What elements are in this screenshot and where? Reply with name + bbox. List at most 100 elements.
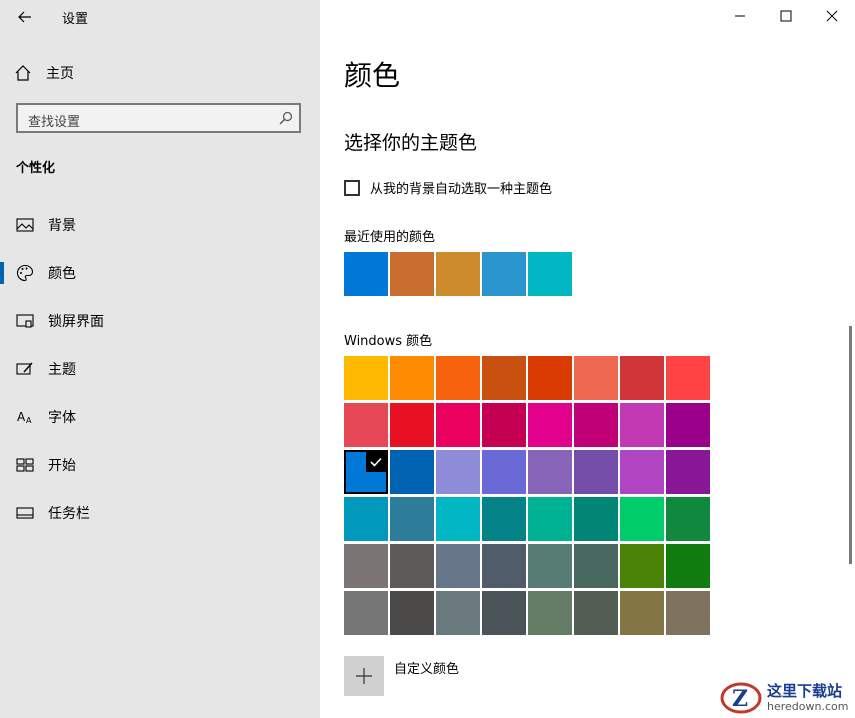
minimize-button[interactable] (730, 6, 750, 26)
plus-icon (356, 668, 372, 684)
windows-color-swatch[interactable] (666, 497, 710, 541)
sidebar-item-label: 主题 (48, 362, 76, 378)
watermark: Z 这里下载站 heredown.com (719, 680, 851, 716)
windows-colors-label: Windows 颜色 (344, 334, 433, 349)
custom-color-label: 自定义颜色 (394, 662, 460, 677)
font-icon: AA (16, 408, 34, 426)
windows-color-swatch[interactable] (620, 356, 664, 400)
sidebar-item-start[interactable]: 开始 (0, 453, 320, 477)
windows-color-swatch[interactable] (574, 356, 618, 400)
windows-color-swatch[interactable] (436, 450, 480, 494)
windows-color-swatch[interactable] (666, 356, 710, 400)
windows-color-swatch[interactable] (620, 450, 664, 494)
recent-colors-label: 最近使用的颜色 (344, 230, 436, 245)
windows-color-swatch[interactable] (482, 591, 526, 635)
windows-color-swatch[interactable] (620, 544, 664, 588)
windows-color-swatch[interactable] (528, 450, 572, 494)
sidebar-item-label: 锁屏界面 (48, 314, 104, 330)
windows-color-swatch[interactable] (574, 497, 618, 541)
nav-home[interactable]: 主页 (14, 62, 74, 84)
windows-color-swatch[interactable] (436, 544, 480, 588)
close-button[interactable] (822, 6, 842, 26)
picture-icon (16, 216, 34, 234)
watermark-subtext: heredown.com (767, 700, 849, 713)
windows-color-swatch[interactable] (344, 450, 388, 494)
windows-color-swatch[interactable] (390, 356, 434, 400)
watermark-logo-icon: Z (720, 682, 762, 714)
windows-color-swatch[interactable] (528, 356, 572, 400)
auto-pick-checkbox[interactable] (344, 179, 360, 196)
windows-color-swatch[interactable] (574, 591, 618, 635)
palette-icon (16, 264, 34, 282)
sidebar-item-lock-screen[interactable]: 锁屏界面 (0, 309, 320, 333)
windows-color-swatch[interactable] (620, 591, 664, 635)
windows-color-swatch[interactable] (574, 544, 618, 588)
search-icon[interactable] (279, 111, 293, 125)
windows-color-swatch[interactable] (574, 403, 618, 447)
windows-color-swatch[interactable] (620, 403, 664, 447)
sidebar-item-themes[interactable]: 主题 (0, 357, 320, 381)
page-title: 颜色 (344, 59, 401, 92)
accent-color-heading: 选择你的主题色 (344, 132, 478, 154)
svg-text:Z: Z (732, 686, 748, 712)
windows-color-swatch[interactable] (344, 544, 388, 588)
maximize-button[interactable] (776, 6, 796, 26)
scrollbar[interactable] (849, 326, 852, 564)
maximize-icon (780, 10, 792, 22)
recent-color-swatch[interactable] (390, 252, 434, 296)
recent-color-swatch[interactable] (482, 252, 526, 296)
watermark-text: 这里下载站 (767, 682, 843, 700)
sidebar: 设置 主页 查找设置 个性化 背景 颜色 锁屏界面 主题 A A 字体 开始 任… (0, 0, 320, 718)
windows-color-swatch[interactable] (390, 450, 434, 494)
windows-color-swatch[interactable] (666, 403, 710, 447)
auto-pick-label: 从我的背景自动选取一种主题色 (370, 182, 553, 197)
svg-text:A: A (26, 416, 32, 425)
auto-pick-row[interactable]: 从我的背景自动选取一种主题色 (344, 178, 552, 197)
sidebar-item-colors[interactable]: 颜色 (0, 261, 320, 285)
recent-color-swatch[interactable] (344, 252, 388, 296)
windows-color-swatch[interactable] (528, 544, 572, 588)
recent-color-swatch[interactable] (528, 252, 572, 296)
windows-color-swatch[interactable] (344, 591, 388, 635)
windows-color-swatch[interactable] (528, 497, 572, 541)
windows-color-swatch[interactable] (620, 497, 664, 541)
recent-color-swatch[interactable] (436, 252, 480, 296)
windows-color-swatch[interactable] (390, 403, 434, 447)
windows-color-swatch[interactable] (482, 497, 526, 541)
windows-color-swatch[interactable] (528, 591, 572, 635)
app-title: 设置 (62, 12, 89, 27)
checkmark-icon (366, 452, 386, 472)
windows-color-swatch[interactable] (344, 356, 388, 400)
sidebar-item-taskbar[interactable]: 任务栏 (0, 501, 320, 525)
windows-color-swatch[interactable] (436, 497, 480, 541)
windows-color-swatch[interactable] (436, 356, 480, 400)
windows-color-swatch[interactable] (482, 356, 526, 400)
windows-color-swatch[interactable] (436, 591, 480, 635)
sidebar-item-fonts[interactable]: AA 字体 (0, 405, 320, 429)
windows-color-swatch[interactable] (390, 497, 434, 541)
windows-color-swatch[interactable] (482, 544, 526, 588)
windows-color-swatch[interactable] (482, 450, 526, 494)
search-box[interactable]: 查找设置 (16, 103, 301, 133)
windows-color-swatch[interactable] (390, 591, 434, 635)
windows-color-swatch[interactable] (390, 544, 434, 588)
svg-text:A: A (17, 410, 26, 424)
windows-color-swatch[interactable] (666, 544, 710, 588)
section-title: 个性化 (16, 161, 56, 176)
windows-color-swatch[interactable] (528, 403, 572, 447)
windows-color-swatch[interactable] (344, 497, 388, 541)
sidebar-item-background[interactable]: 背景 (0, 213, 320, 237)
sidebar-item-label: 任务栏 (48, 506, 90, 522)
back-button[interactable] (14, 6, 36, 28)
windows-color-swatch[interactable] (436, 403, 480, 447)
windows-color-swatch[interactable] (666, 450, 710, 494)
windows-color-swatch[interactable] (666, 591, 710, 635)
windows-color-swatch[interactable] (574, 450, 618, 494)
windows-color-swatch[interactable] (482, 403, 526, 447)
lock-screen-icon (16, 312, 34, 330)
windows-color-swatch[interactable] (344, 403, 388, 447)
sidebar-item-label: 颜色 (48, 266, 76, 282)
search-input[interactable]: 查找设置 (28, 111, 80, 130)
minimize-icon (735, 15, 745, 17)
custom-color-button[interactable] (344, 656, 384, 696)
